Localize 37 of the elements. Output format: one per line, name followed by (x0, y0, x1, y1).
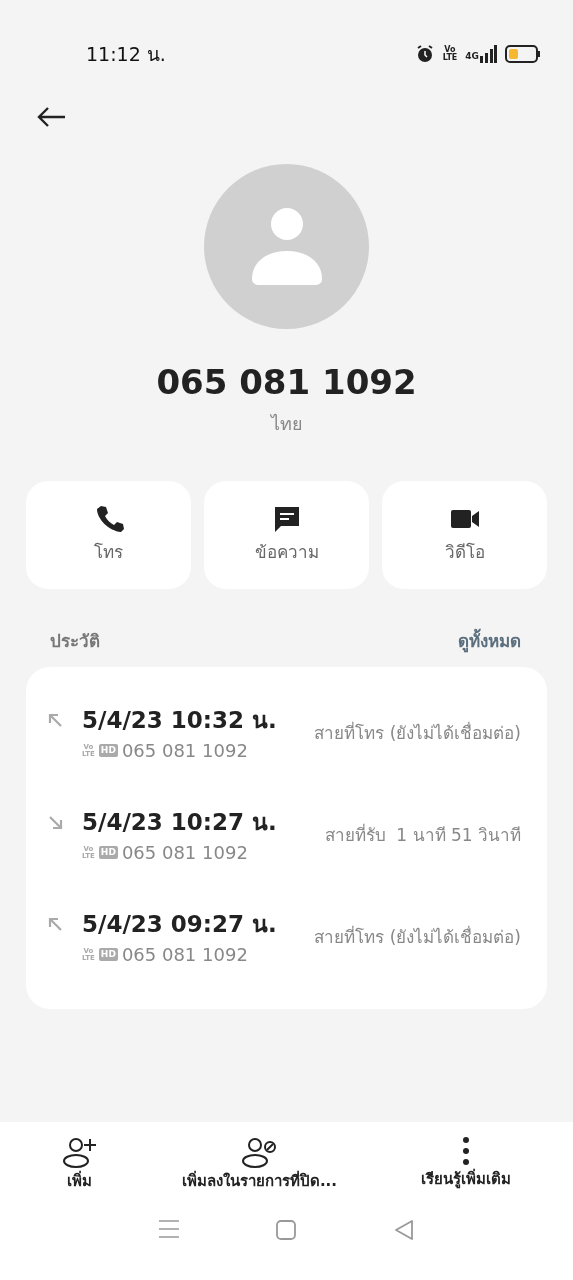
call-number: 065 081 1092 (121, 841, 248, 866)
back-icon[interactable] (393, 1218, 416, 1241)
call-number: 065 081 1092 (121, 943, 248, 968)
call-status: สายที่โทร (ยังไม่ได้เชื่อมต่อ) (314, 924, 521, 949)
outgoing-call-arrow-icon (48, 916, 63, 932)
more-vertical-icon (462, 1136, 470, 1166)
network-label: 4G (465, 49, 479, 63)
incoming-call-arrow-icon (48, 814, 63, 830)
see-all-link[interactable]: ดูทั้งหมด (458, 629, 521, 655)
menu-icon[interactable] (157, 1218, 180, 1239)
call-status: สายที่รับ 1 นาที 51 วินาที (324, 822, 521, 847)
hd-label: HD (98, 744, 118, 758)
call-time: 5/4/23 09:27 น. (82, 909, 277, 939)
battery-icon (505, 45, 541, 63)
call-number: 065 081 1092 (121, 739, 248, 764)
add-button[interactable]: เพิ่ม (57, 1132, 102, 1197)
message-button[interactable]: ข้อความ (204, 481, 369, 589)
phone-number: 065 081 1092 (155, 361, 418, 404)
call-status: สายที่โทร (ยังไม่ได้เชื่อมต่อ) (314, 720, 521, 745)
video-button[interactable]: วิดีโอ (382, 481, 547, 589)
blocked-person-icon (241, 1136, 278, 1168)
section-title: ประวัติ (50, 630, 100, 653)
status-time: 11:12 น. (86, 41, 166, 67)
location-text: ไทย (269, 412, 304, 436)
call-time: 5/4/23 10:27 น. (82, 807, 277, 837)
signal-icon (479, 45, 497, 63)
outgoing-call-arrow-icon (48, 712, 63, 728)
add-person-icon (61, 1136, 98, 1168)
hd-label: HD (98, 948, 118, 962)
call-button[interactable]: โทร (26, 481, 191, 589)
person-icon (250, 206, 323, 287)
block-button[interactable]: เพิ่มลงในรายการที่ปิด... (177, 1132, 342, 1197)
home-icon[interactable] (275, 1218, 298, 1241)
call-time: 5/4/23 10:32 น. (82, 705, 277, 735)
hd-label: HD (98, 846, 118, 860)
volte-label: Vo LTE (442, 46, 458, 62)
more-button[interactable]: เรียนรู้เพิ่มเติม (417, 1132, 515, 1197)
